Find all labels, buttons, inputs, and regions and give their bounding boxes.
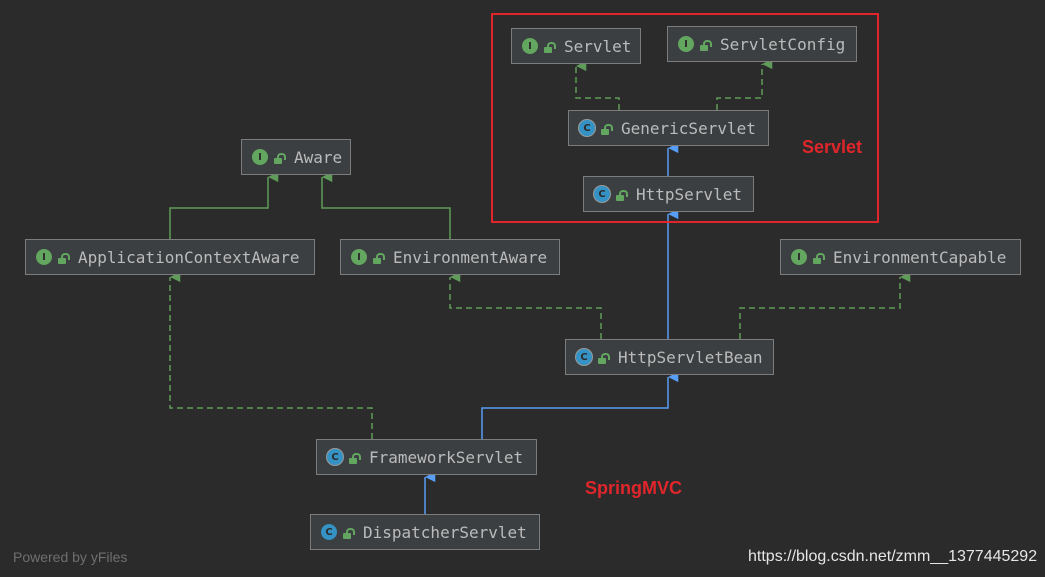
node-environment-aware[interactable]: I EnvironmentAware (340, 239, 560, 275)
node-label: GenericServlet (621, 118, 756, 138)
edge-httpservletbean-environmentcapable (739, 271, 911, 339)
edge-httpservletbean-environmentaware (449, 271, 602, 339)
edge-frameworkservlet-httpservletbean (481, 371, 679, 439)
node-label: ServletConfig (720, 34, 846, 54)
springmvc-group-label: SpringMVC (585, 478, 682, 498)
source-url-watermark: https://blog.csdn.net/zmm__1377445292 (748, 548, 1038, 565)
node-http-servlet-bean[interactable]: C HttpServletBean (565, 339, 774, 375)
node-servlet[interactable]: I Servlet (511, 28, 641, 64)
node-application-context-aware[interactable]: I ApplicationContextAware (25, 239, 315, 275)
node-framework-servlet[interactable]: C FrameworkServlet (316, 439, 537, 475)
public-lock-icon (343, 527, 355, 539)
node-label: EnvironmentAware (393, 247, 548, 267)
public-lock-icon (58, 252, 70, 264)
public-lock-icon (616, 189, 628, 201)
node-label: ApplicationContextAware (78, 247, 300, 267)
abstract-class-icon: C (327, 449, 343, 465)
node-label: EnvironmentCapable (833, 247, 1007, 267)
public-lock-icon (601, 123, 613, 135)
public-lock-icon (274, 152, 286, 164)
edge-applicationcontextaware-aware (169, 171, 279, 239)
public-lock-icon (373, 252, 385, 264)
node-label: DispatcherServlet (363, 522, 527, 542)
node-aware[interactable]: I Aware (241, 139, 351, 175)
abstract-class-icon: C (594, 186, 610, 202)
abstract-class-icon: C (579, 120, 595, 136)
node-label: HttpServletBean (618, 347, 763, 367)
public-lock-icon (598, 352, 610, 364)
interface-icon: I (351, 249, 367, 265)
public-lock-icon (544, 41, 556, 53)
abstract-class-icon: C (576, 349, 592, 365)
node-http-servlet[interactable]: C HttpServlet (583, 176, 754, 212)
public-lock-icon (700, 39, 712, 51)
node-dispatcher-servlet[interactable]: C DispatcherServlet (310, 514, 540, 550)
node-servlet-config[interactable]: I ServletConfig (667, 26, 857, 62)
interface-icon: I (522, 38, 538, 54)
class-icon: C (321, 524, 337, 540)
powered-by-label: Powered by yFiles (13, 549, 128, 565)
node-label: FrameworkServlet (369, 447, 524, 467)
servlet-group-label: Servlet (802, 137, 863, 157)
node-label: Aware (294, 147, 343, 167)
node-environment-capable[interactable]: I EnvironmentCapable (780, 239, 1021, 275)
edge-environmentaware-aware (321, 171, 451, 239)
edge-frameworkservlet-applicationcontextaware (169, 271, 373, 439)
node-label: Servlet (564, 36, 632, 56)
interface-icon: I (791, 249, 807, 265)
interface-icon: I (36, 249, 52, 265)
node-generic-servlet[interactable]: C GenericServlet (568, 110, 769, 146)
node-label: HttpServlet (636, 184, 742, 204)
interface-icon: I (678, 36, 694, 52)
interface-icon: I (252, 149, 268, 165)
public-lock-icon (813, 252, 825, 264)
public-lock-icon (349, 452, 361, 464)
